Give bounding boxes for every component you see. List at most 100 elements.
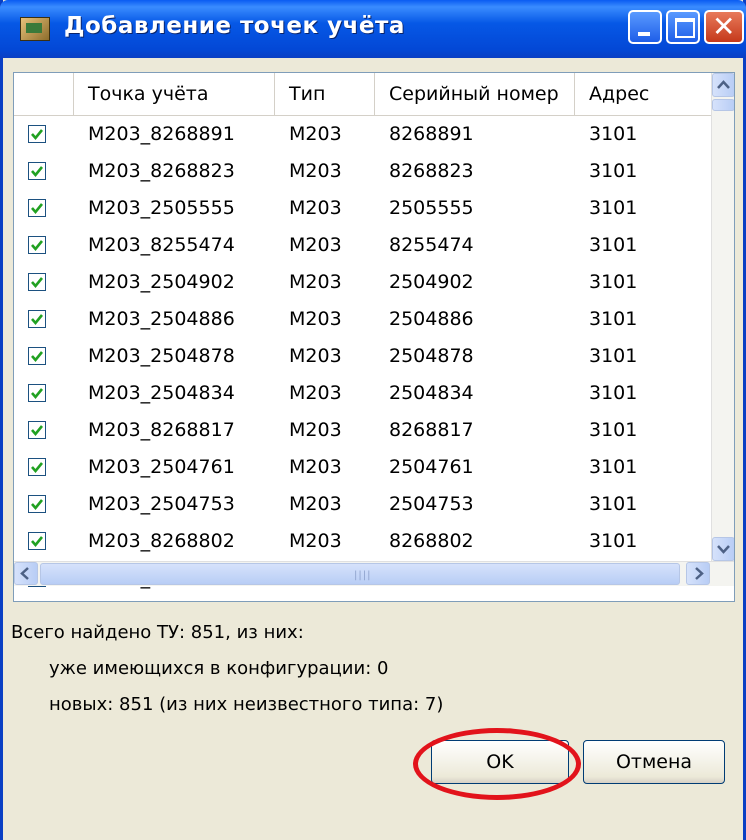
table-row[interactable]: M203_2504753 M203 2504753 3101: [14, 486, 711, 523]
table-row[interactable]: M203_8268823 M203 8268823 3101: [14, 153, 711, 190]
row-checkbox[interactable]: [28, 421, 46, 439]
chevron-right-icon: [695, 567, 704, 580]
cell-serial: 8268823: [389, 160, 474, 182]
table-row[interactable]: M203_2504834 M203 2504834 3101: [14, 375, 711, 412]
horizontal-scroll-thumb[interactable]: ||||: [40, 563, 680, 585]
cell-address: 3101: [589, 123, 638, 145]
highlight-ellipse: [413, 728, 581, 800]
row-checkbox[interactable]: [28, 273, 46, 291]
checkmark-icon: [31, 499, 44, 511]
close-icon[interactable]: ✕: [704, 10, 744, 44]
cell-type: M203: [289, 493, 342, 515]
cell-address: 3101: [589, 345, 638, 367]
summary-new: новых: 851 (из них неизвестного типа: 7): [49, 694, 444, 715]
cell-address: 3101: [589, 271, 638, 293]
checkmark-icon: [31, 462, 44, 474]
cell-address: 3101: [589, 160, 638, 182]
checkmark-icon: [31, 277, 44, 289]
row-checkbox[interactable]: [28, 125, 46, 143]
horizontal-scrollbar[interactable]: ||||: [14, 561, 734, 586]
table-header: Точка учёта Тип Серийный номер Адрес: [14, 73, 711, 116]
cell-type: M203: [289, 123, 342, 145]
column-header-address[interactable]: Адрес: [575, 73, 711, 115]
header-checkbox-column[interactable]: [14, 73, 74, 115]
cell-address: 3101: [589, 234, 638, 256]
row-checkbox[interactable]: [28, 199, 46, 217]
cell-point: M203_2504753: [88, 493, 235, 515]
checkmark-icon: [31, 425, 44, 437]
row-checkbox[interactable]: [28, 162, 46, 180]
row-checkbox[interactable]: [28, 236, 46, 254]
vertical-scrollbar[interactable]: [711, 73, 734, 561]
cancel-button[interactable]: Отмена: [583, 740, 725, 784]
table-row[interactable]: M203_8268817 M203 8268817 3101: [14, 412, 711, 449]
cell-address: 3101: [589, 456, 638, 478]
checkmark-icon: [31, 314, 44, 326]
row-checkbox[interactable]: [28, 532, 46, 550]
cell-type: M203: [289, 456, 342, 478]
table-row[interactable]: M203_8268891 M203 8268891 3101: [14, 116, 711, 153]
scroll-right-button[interactable]: [686, 562, 710, 585]
cell-point: M203_8268823: [88, 160, 235, 182]
checkmark-icon: [31, 351, 44, 363]
row-checkbox[interactable]: [28, 384, 46, 402]
row-checkbox[interactable]: [28, 458, 46, 476]
table-row[interactable]: M203_2504761 M203 2504761 3101: [14, 449, 711, 486]
row-checkbox[interactable]: [28, 347, 46, 365]
cell-type: M203: [289, 419, 342, 441]
table-row[interactable]: M203_2504886 M203 2504886 3101: [14, 301, 711, 338]
minimize-icon[interactable]: [628, 10, 662, 44]
checkmark-icon: [31, 129, 44, 141]
cell-serial: 2504886: [389, 308, 474, 330]
cell-point: M203_2504761: [88, 456, 235, 478]
vertical-scroll-thumb[interactable]: [712, 99, 734, 111]
checkmark-icon: [31, 203, 44, 215]
cell-serial: 2504761: [389, 456, 474, 478]
app-icon: [20, 17, 50, 41]
row-checkbox[interactable]: [28, 310, 46, 328]
column-header-point[interactable]: Точка учёта: [74, 73, 275, 115]
cell-type: M203: [289, 530, 342, 552]
cell-serial: 8268817: [389, 419, 474, 441]
cell-type: M203: [289, 345, 342, 367]
chevron-down-icon: [717, 545, 730, 554]
cell-address: 3101: [589, 308, 638, 330]
title-bar[interactable]: Добавление точек учёта ✕: [0, 0, 746, 58]
cell-point: M203_2504878: [88, 345, 235, 367]
cell-address: 3101: [589, 382, 638, 404]
scroll-up-button[interactable]: [712, 73, 734, 97]
add-metering-points-dialog: Добавление точек учёта ✕ Точка учёта Тип…: [0, 0, 746, 840]
cell-point: M203_2504902: [88, 271, 235, 293]
window-title: Добавление точек учёта: [64, 13, 405, 39]
metering-points-table[interactable]: Точка учёта Тип Серийный номер Адрес M20…: [13, 72, 735, 602]
cell-point: M203_2504834: [88, 382, 235, 404]
table-row[interactable]: M203_8255474 M203 8255474 3101: [14, 227, 711, 264]
column-header-serial[interactable]: Серийный номер: [375, 73, 575, 115]
cell-serial: 2504878: [389, 345, 474, 367]
chevron-left-icon: [20, 567, 29, 580]
cell-point: M203_2505555: [88, 197, 235, 219]
summary-existing: уже имеющихся в конфигурации: 0: [49, 658, 389, 679]
cell-type: M203: [289, 308, 342, 330]
scroll-left-button[interactable]: [14, 562, 38, 585]
cell-serial: 2504753: [389, 493, 474, 515]
cell-type: M203: [289, 234, 342, 256]
table-row[interactable]: M203_2505555 M203 2505555 3101: [14, 190, 711, 227]
cell-type: M203: [289, 271, 342, 293]
cell-serial: 2504834: [389, 382, 474, 404]
table-row[interactable]: M203_2504878 M203 2504878 3101: [14, 338, 711, 375]
column-header-type[interactable]: Тип: [275, 73, 375, 115]
cell-address: 3101: [589, 493, 638, 515]
row-checkbox[interactable]: [28, 495, 46, 513]
cell-point: M203_8268891: [88, 123, 235, 145]
cell-type: M203: [289, 160, 342, 182]
checkmark-icon: [31, 536, 44, 548]
cell-type: M203: [289, 382, 342, 404]
cell-serial: 8255474: [389, 234, 474, 256]
checkmark-icon: [31, 240, 44, 252]
table-row[interactable]: M203_8268802 M203 8268802 3101: [14, 523, 711, 560]
table-row[interactable]: M203_2504902 M203 2504902 3101: [14, 264, 711, 301]
scroll-down-button[interactable]: [712, 537, 734, 561]
maximize-icon[interactable]: [666, 10, 700, 44]
grip-icon: ||||: [354, 570, 372, 581]
